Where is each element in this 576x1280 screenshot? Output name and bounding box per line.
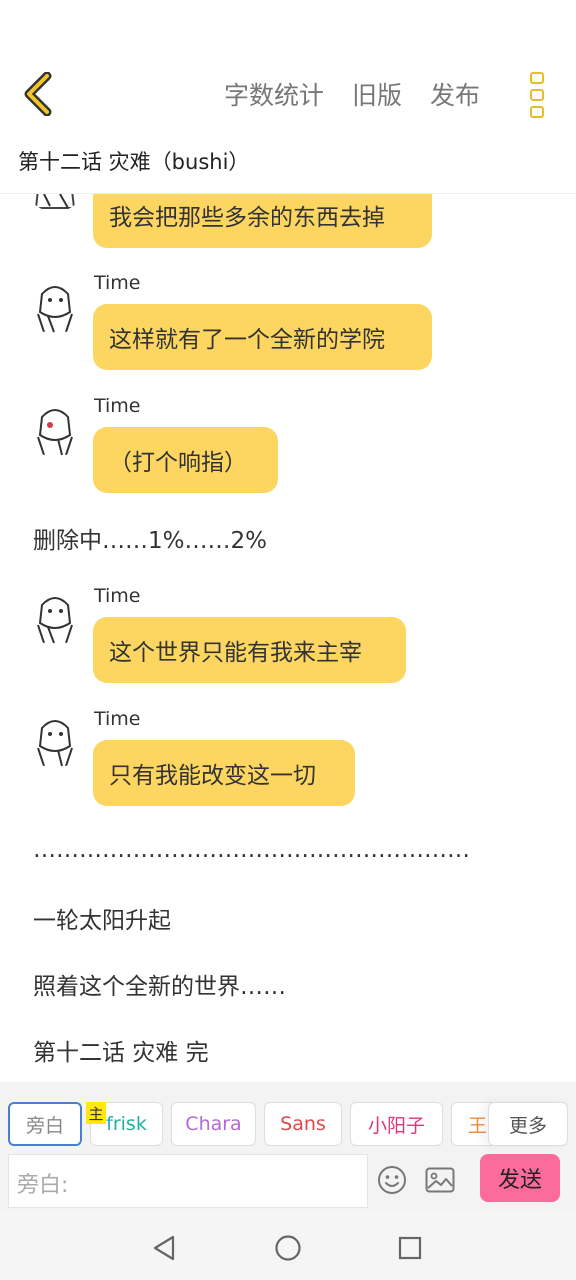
speaker-name: Time: [94, 272, 141, 294]
message-bubble: 我会把那些多余的东西去掉: [93, 194, 432, 248]
narration-text[interactable]: …………………………………………………: [33, 837, 470, 863]
compose-panel: 旁白 frisk Chara Sans 小阳子 王 更多 主 旁白: 发送: [0, 1082, 576, 1210]
role-label: 小阳子: [367, 1114, 425, 1137]
avatar: [24, 706, 86, 768]
back-button[interactable]: [18, 70, 58, 118]
role-chara[interactable]: Chara: [171, 1102, 256, 1146]
narration-text[interactable]: 一轮太阳升起: [33, 901, 171, 935]
speaker-name: Time: [94, 708, 141, 730]
speaker-name: Time: [94, 585, 141, 607]
narration-text[interactable]: 第十二话 灾难 完: [33, 1033, 209, 1067]
avatar: [24, 194, 86, 212]
more-roles-button[interactable]: 更多: [488, 1102, 568, 1146]
message-input[interactable]: 旁白:: [8, 1154, 368, 1208]
avatar: [24, 583, 86, 645]
message-bubble: 这个世界只能有我来主宰: [93, 617, 406, 683]
image-icon[interactable]: [424, 1164, 456, 1196]
chapter-title[interactable]: 第十二话 灾难（bushi）: [18, 146, 249, 176]
message-bubble: （打个响指）: [93, 427, 278, 493]
speaker-name: Time: [94, 395, 141, 417]
role-label: Chara: [185, 1113, 242, 1135]
nav-back-icon[interactable]: [146, 1230, 182, 1266]
main-role-badge: 主: [86, 1102, 106, 1124]
role-label: frisk: [106, 1113, 147, 1135]
more-menu-icon[interactable]: [530, 72, 546, 118]
send-button[interactable]: 发送: [480, 1154, 560, 1202]
avatar: [24, 272, 86, 334]
word-count-button[interactable]: 字数统计: [224, 76, 324, 112]
system-nav-bar: [0, 1210, 576, 1280]
role-label: 王: [468, 1114, 488, 1137]
chevron-left-icon: [24, 72, 52, 116]
emoji-icon[interactable]: [376, 1164, 408, 1196]
top-bar: 字数统计 旧版 发布: [0, 0, 576, 140]
story-content[interactable]: 我会把那些多余的东西去掉 Time 这样就有了一个全新的学院 Time （打个响…: [0, 194, 576, 1082]
role-sans[interactable]: Sans: [264, 1102, 342, 1146]
message-bubble: 只有我能改变这一切: [93, 740, 355, 806]
publish-button[interactable]: 发布: [430, 76, 480, 112]
old-version-button[interactable]: 旧版: [352, 76, 402, 112]
narration-text[interactable]: 删除中……1%……2%: [33, 521, 267, 555]
nav-recents-icon[interactable]: [392, 1230, 428, 1266]
role-xiaoyangzi[interactable]: 小阳子: [350, 1102, 443, 1146]
message-bubble: 这样就有了一个全新的学院: [93, 304, 432, 370]
avatar: [24, 395, 86, 457]
nav-home-icon[interactable]: [270, 1230, 306, 1266]
narration-text[interactable]: 照着这个全新的世界……: [33, 967, 286, 1001]
role-label: Sans: [280, 1113, 326, 1135]
role-narration[interactable]: 旁白: [8, 1102, 82, 1146]
